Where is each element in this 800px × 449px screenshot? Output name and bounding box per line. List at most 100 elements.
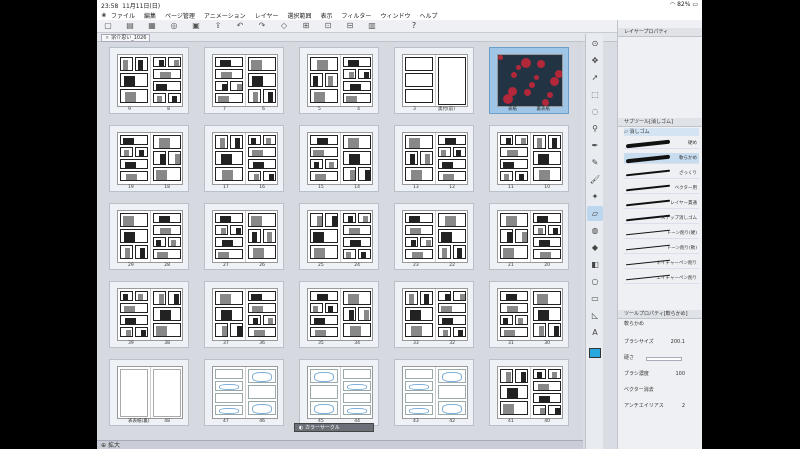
page-thumbnail[interactable]: 37 36 xyxy=(204,281,284,348)
brush-item[interactable]: ネイチャーペン削り xyxy=(624,258,699,269)
page-thumbnail[interactable]: 25 24 xyxy=(299,203,379,270)
transform-icon[interactable]: ⊡ xyxy=(321,21,335,31)
comic-panel xyxy=(343,369,371,379)
menu-view[interactable]: 表示 xyxy=(321,11,333,20)
frame-tool-icon[interactable]: ▭ xyxy=(587,291,603,306)
export-icon[interactable]: ⇪ xyxy=(211,21,225,31)
menu-page[interactable]: ページ管理 xyxy=(165,11,195,20)
select-tool-icon[interactable]: ⬚ xyxy=(587,87,603,102)
page-thumbnail[interactable]: 47 46 xyxy=(204,359,284,426)
brush-item[interactable]: レイヤー貫通 xyxy=(624,198,699,209)
density-row[interactable]: ブラシ濃度 100 xyxy=(624,370,699,379)
page-thumbnail[interactable]: 41 40 xyxy=(489,359,569,426)
page-spread-preview xyxy=(402,54,468,107)
page-thumbnail[interactable]: 13 12 xyxy=(394,125,474,192)
page-thumbnail[interactable]: 表紙 裏表紙 xyxy=(489,47,569,114)
help-icon[interactable]: ? xyxy=(407,21,421,31)
page-thumbnail[interactable]: 43 42 xyxy=(394,359,474,426)
zoom-tool-icon[interactable]: ⊙ xyxy=(587,36,603,51)
subtool-group[interactable]: ▱ 消しゴム xyxy=(624,128,699,136)
open-file-icon[interactable]: ▤ xyxy=(123,21,137,31)
pencil-tool-icon[interactable]: ✎ xyxy=(587,155,603,170)
vector-erase-row[interactable]: ベクター消去 xyxy=(624,386,699,395)
eraser-tool-icon[interactable]: ▱ xyxy=(587,206,603,221)
page-thumbnail[interactable]: 29 28 xyxy=(109,203,189,270)
eyedropper-tool-icon[interactable]: ⚲ xyxy=(587,121,603,136)
page-thumbnail[interactable]: 表表紙(裏) 48 xyxy=(109,359,189,426)
menu-help[interactable]: ヘルプ xyxy=(419,11,437,20)
hardness-row[interactable]: 硬さ xyxy=(624,354,699,363)
page-thumbnail[interactable]: 3 奥付(前) xyxy=(394,47,474,114)
page-number-right: 奥付(前) xyxy=(437,107,455,112)
save-icon[interactable]: ▦ xyxy=(145,21,159,31)
brush-size-row[interactable]: ブラシサイズ 200.1 xyxy=(624,338,699,347)
page-thumbnail[interactable]: 98 xyxy=(109,47,189,114)
zoom-control[interactable]: ⊕ 拡大 xyxy=(101,440,120,449)
page-thumbnail[interactable]: 45 44 xyxy=(299,359,379,426)
undo-icon[interactable]: ↶ xyxy=(233,21,247,31)
menu-filter[interactable]: フィルター xyxy=(342,11,372,20)
menu-window[interactable]: ウィンドウ xyxy=(380,11,410,20)
page-thumbnail[interactable]: 54 xyxy=(299,47,379,114)
ruler-tool-icon[interactable]: ◺ xyxy=(587,308,603,323)
pen-tool-icon[interactable]: ✒ xyxy=(587,138,603,153)
brush-item[interactable]: トーン削り(軟) xyxy=(624,243,699,254)
settings-icon[interactable]: ◎ xyxy=(167,21,181,31)
crop-icon[interactable]: ⊞ xyxy=(299,21,313,31)
figure-tool-icon[interactable]: ○ xyxy=(587,274,603,289)
brush-item[interactable]: 軟らかめ xyxy=(624,153,699,164)
page-thumbnail[interactable]: 23 22 xyxy=(394,203,474,270)
menu-selection[interactable]: 選択範囲 xyxy=(288,11,312,20)
layer-property-panel-title[interactable]: レイヤープロパティ xyxy=(618,28,702,37)
move-tool-icon[interactable]: ✥ xyxy=(587,53,603,68)
brush-item[interactable]: 硬め xyxy=(624,138,699,149)
brush-tool-icon[interactable]: 🖌 xyxy=(587,172,603,187)
page-thumbnail[interactable]: 21 20 xyxy=(489,203,569,270)
color-circle-float-bar[interactable]: ◐ カラーサークル xyxy=(294,423,374,432)
horizontal-scrollbar[interactable] xyxy=(97,440,583,449)
brush-item[interactable]: ざっくり xyxy=(624,168,699,179)
page-thumbnail[interactable]: 39 38 xyxy=(109,281,189,348)
document-tab[interactable]: × 宗介思い_1026 xyxy=(101,34,151,42)
fill-icon[interactable]: ▥ xyxy=(365,21,379,31)
deselect-icon[interactable]: ⊟ xyxy=(343,21,357,31)
airbrush-tool-icon[interactable]: ✦ xyxy=(587,189,603,204)
page-manager-canvas[interactable]: 9 8 7 6 5 4 3 奥付(前) 表紙 裏表紙 19 18 17 16 15 14 13 12 11 10 29 2… xyxy=(97,42,583,440)
app-logo-icon[interactable]: ❀ xyxy=(97,12,111,19)
page-thumbnail[interactable]: 11 10 xyxy=(489,125,569,192)
brush-item[interactable]: スナップ消しゴム xyxy=(624,213,699,224)
ink-figure xyxy=(315,330,326,336)
new-file-icon[interactable]: ▢ xyxy=(101,21,115,31)
menu-edit[interactable]: 編集 xyxy=(144,11,156,20)
clear-icon[interactable]: ◇ xyxy=(277,21,291,31)
page-thumbnail[interactable]: 33 32 xyxy=(394,281,474,348)
blend-tool-icon[interactable]: ◍ xyxy=(587,223,603,238)
lasso-tool-icon[interactable]: ◌ xyxy=(587,104,603,119)
page-thumbnail[interactable]: 31 30 xyxy=(489,281,569,348)
close-icon[interactable]: × xyxy=(105,35,109,41)
subtool-panel-title[interactable]: サブツール[消しゴム] xyxy=(618,118,702,127)
page-add-icon[interactable]: ▣ xyxy=(189,21,203,31)
antialias-row[interactable]: アンチエイリアス 2 xyxy=(624,402,699,411)
tool-property-panel-title[interactable]: ツールプロパティ[軟らかめ] xyxy=(618,310,702,319)
page-thumbnail[interactable]: 35 34 xyxy=(299,281,379,348)
operation-tool-icon[interactable]: ➚ xyxy=(587,70,603,85)
page-thumbnail[interactable]: 27 26 xyxy=(204,203,284,270)
menu-animation[interactable]: アニメーション xyxy=(204,11,246,20)
brush-item[interactable]: トーン削り(硬) xyxy=(624,228,699,239)
main-color-swatch[interactable] xyxy=(589,348,601,358)
brush-item[interactable]: ベクター用 xyxy=(624,183,699,194)
page-thumbnail[interactable]: 19 18 xyxy=(109,125,189,192)
gradient-tool-icon[interactable]: ◧ xyxy=(587,257,603,272)
ink-figure xyxy=(252,76,263,86)
redo-icon[interactable]: ↷ xyxy=(255,21,269,31)
menu-file[interactable]: ファイル xyxy=(111,11,135,20)
menu-layer[interactable]: レイヤー xyxy=(255,11,279,20)
fill-tool-icon[interactable]: ◆ xyxy=(587,240,603,255)
comic-panel xyxy=(120,89,148,103)
page-thumbnail[interactable]: 76 xyxy=(204,47,284,114)
page-thumbnail[interactable]: 17 16 xyxy=(204,125,284,192)
text-tool-icon[interactable]: A xyxy=(587,325,603,340)
brush-item[interactable]: エイチャーペン削り xyxy=(624,273,699,284)
page-thumbnail[interactable]: 15 14 xyxy=(299,125,379,192)
